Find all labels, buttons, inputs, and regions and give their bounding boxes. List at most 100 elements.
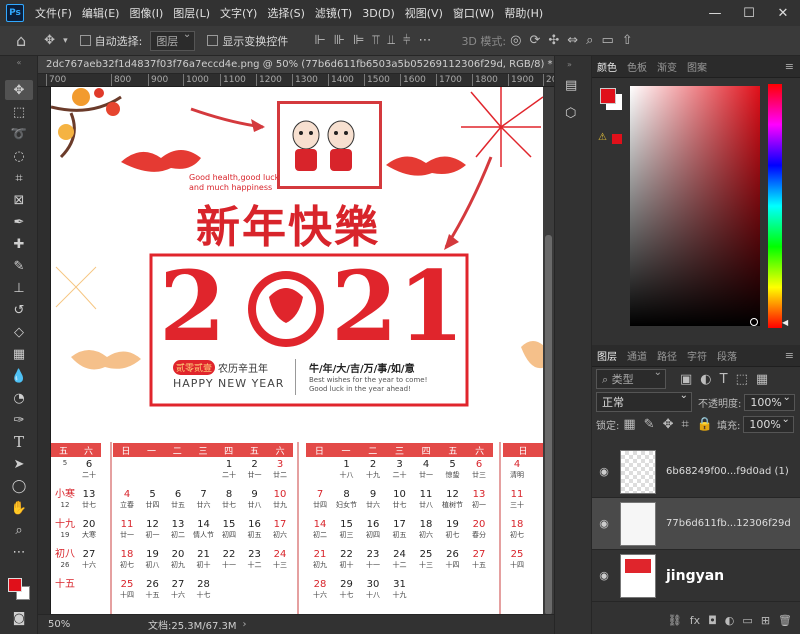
align-center-icon[interactable]: ⊪ <box>334 33 345 48</box>
artboard[interactable]: Good health,good luck and much happiness… <box>51 87 543 614</box>
slide-icon[interactable]: ⇔ <box>567 33 578 48</box>
canvas-area[interactable]: Good health,good luck and much happiness… <box>51 87 554 614</box>
close-window-button[interactable]: ✕ <box>766 0 800 26</box>
layer-row[interactable]: ◉ 6b68249f00...f9d0ad (1) <box>592 446 800 498</box>
eyedropper-icon[interactable]: ✒ <box>5 212 33 232</box>
delete-layer-icon[interactable]: 🗑 <box>778 614 792 627</box>
align-left-icon[interactable]: ⊩ <box>314 33 325 48</box>
crop-tool-icon[interactable]: ⌗ <box>5 168 33 188</box>
lock-transparent-icon[interactable]: ▦ <box>623 417 635 432</box>
maximize-button[interactable]: ☐ <box>732 0 766 26</box>
quick-mask-icon[interactable]: ◙ <box>5 608 33 628</box>
marquee-tool-icon[interactable]: ⬚ <box>5 102 33 122</box>
menu-edit[interactable]: 编辑(E) <box>77 5 125 21</box>
menu-layer[interactable]: 图层(L) <box>168 5 215 21</box>
workspace-icon[interactable]: ▭ <box>601 33 613 48</box>
hue-slider[interactable] <box>768 84 782 328</box>
filter-pixel-icon[interactable]: ▣ <box>680 372 692 387</box>
menu-help[interactable]: 帮助(H) <box>499 5 548 21</box>
document-tab[interactable]: 2dc767aeb32f1d4837f03f76a7eccd4e.png @ 5… <box>38 56 554 74</box>
quick-select-icon[interactable]: ◌ <box>5 146 33 166</box>
auto-select-checkbox[interactable]: 自动选择: <box>79 33 142 49</box>
color-picker-cursor[interactable] <box>750 318 758 326</box>
layer-row-selected[interactable]: ◉ 77b6d611fb...12306f29d <box>592 498 800 550</box>
panel-menu-icon[interactable]: ≡ <box>785 349 794 362</box>
blend-mode-dropdown[interactable]: 正常 <box>596 390 692 412</box>
zoom-tool-icon[interactable]: ⌕ <box>5 520 33 540</box>
menu-window[interactable]: 窗口(W) <box>448 5 499 21</box>
menu-view[interactable]: 视图(V) <box>400 5 448 21</box>
tab-color[interactable]: 颜色 <box>592 59 622 74</box>
lock-artboard-icon[interactable]: ⌗ <box>681 417 688 432</box>
scrollbar-thumb[interactable] <box>545 235 552 615</box>
tab-channels[interactable]: 通道 <box>622 348 652 363</box>
eye-icon[interactable]: ◉ <box>592 465 616 478</box>
menu-type[interactable]: 文字(Y) <box>215 5 262 21</box>
filter-shape-icon[interactable]: ⬚ <box>736 372 748 387</box>
orbit-icon[interactable]: ◎ <box>510 33 521 48</box>
distribute-icon[interactable]: ⋯ <box>418 33 431 48</box>
zoom-level[interactable]: 50% <box>48 619 88 630</box>
fx-icon[interactable]: fx <box>690 614 700 627</box>
foreground-color-swatch[interactable] <box>600 88 616 104</box>
align-bottom-icon[interactable]: ⫩ <box>403 33 410 48</box>
ellipse-tool-icon[interactable]: ◯ <box>5 476 33 496</box>
path-select-icon[interactable]: ➤ <box>5 454 33 474</box>
menu-image[interactable]: 图像(I) <box>124 5 168 21</box>
foreground-color-swatch[interactable] <box>8 578 22 592</box>
lock-position-icon[interactable]: ✥ <box>663 417 674 432</box>
share-icon[interactable]: ⇧ <box>622 33 633 48</box>
hue-slider-handle[interactable]: ◀ <box>782 318 788 327</box>
fill-input[interactable]: 100% <box>743 414 794 433</box>
frame-tool-icon[interactable]: ⊠ <box>5 190 33 210</box>
layer-name[interactable]: 77b6d611fb...12306f29d <box>666 518 791 529</box>
align-top-icon[interactable]: ⫪ <box>372 33 379 48</box>
eye-icon[interactable]: ◉ <box>592 569 616 582</box>
filter-type-icon[interactable]: T <box>720 372 728 387</box>
new-layer-icon[interactable]: ⊞ <box>761 614 770 627</box>
panel-menu-icon[interactable]: ≡ <box>785 60 794 73</box>
color-field[interactable] <box>630 86 760 326</box>
brush-tool-icon[interactable]: ✎ <box>5 256 33 276</box>
3d-panel-icon[interactable]: ⬡ <box>565 106 576 121</box>
adjustment-icon[interactable]: ◐ <box>725 614 735 627</box>
more-tools-icon[interactable]: ⋯ <box>5 542 33 562</box>
layer-filter-dropdown[interactable]: ⌕ 类型 <box>596 367 666 389</box>
chevron-right-icon[interactable]: › <box>243 619 247 630</box>
tab-gradients[interactable]: 渐变 <box>652 59 682 74</box>
collapse-icon[interactable]: « <box>5 58 33 67</box>
layer-name[interactable]: 6b68249f00...f9d0ad (1) <box>666 466 789 477</box>
menu-select[interactable]: 选择(S) <box>262 5 310 21</box>
filter-smart-icon[interactable]: ▦ <box>756 372 768 387</box>
menu-file[interactable]: 文件(F) <box>30 5 77 21</box>
link-layers-icon[interactable]: ⛓ <box>668 614 682 627</box>
layer-row[interactable]: ◉ jingyan <box>592 550 800 602</box>
web-safe-swatch[interactable] <box>612 134 622 144</box>
opacity-input[interactable]: 100% <box>744 392 795 411</box>
lock-all-icon[interactable]: 🔒 <box>697 417 713 432</box>
group-icon[interactable]: ▭ <box>742 614 752 627</box>
eraser-icon[interactable]: ◇ <box>5 322 33 342</box>
history-brush-icon[interactable]: ↺ <box>5 300 33 320</box>
pan-3d-icon[interactable]: ✣ <box>548 33 559 48</box>
move-tool-icon[interactable]: ✥ <box>44 33 55 48</box>
chevron-down-icon[interactable]: ▾ <box>63 36 68 46</box>
show-transform-checkbox[interactable]: 显示变换控件 <box>207 33 288 49</box>
history-panel-icon[interactable]: ▤ <box>565 78 577 93</box>
tab-paragraph[interactable]: 段落 <box>712 348 742 363</box>
roll-icon[interactable]: ⟳ <box>529 33 540 48</box>
type-tool-icon[interactable]: T <box>5 432 33 452</box>
menu-3d[interactable]: 3D(D) <box>357 7 400 20</box>
lasso-tool-icon[interactable]: ➰ <box>5 124 33 144</box>
expand-icon[interactable]: » <box>567 60 572 69</box>
align-middle-icon[interactable]: ⫫ <box>388 33 395 48</box>
gradient-tool-icon[interactable]: ▦ <box>5 344 33 364</box>
move-tool-icon[interactable]: ✥ <box>5 80 33 100</box>
search-icon[interactable]: ⌕ <box>586 33 593 48</box>
healing-brush-icon[interactable]: ✚ <box>5 234 33 254</box>
filter-adjustment-icon[interactable]: ◐ <box>700 372 711 387</box>
tab-character[interactable]: 字符 <box>682 348 712 363</box>
menu-filter[interactable]: 滤镜(T) <box>310 5 357 21</box>
dodge-tool-icon[interactable]: ◔ <box>5 388 33 408</box>
align-right-icon[interactable]: ⊫ <box>353 33 364 48</box>
